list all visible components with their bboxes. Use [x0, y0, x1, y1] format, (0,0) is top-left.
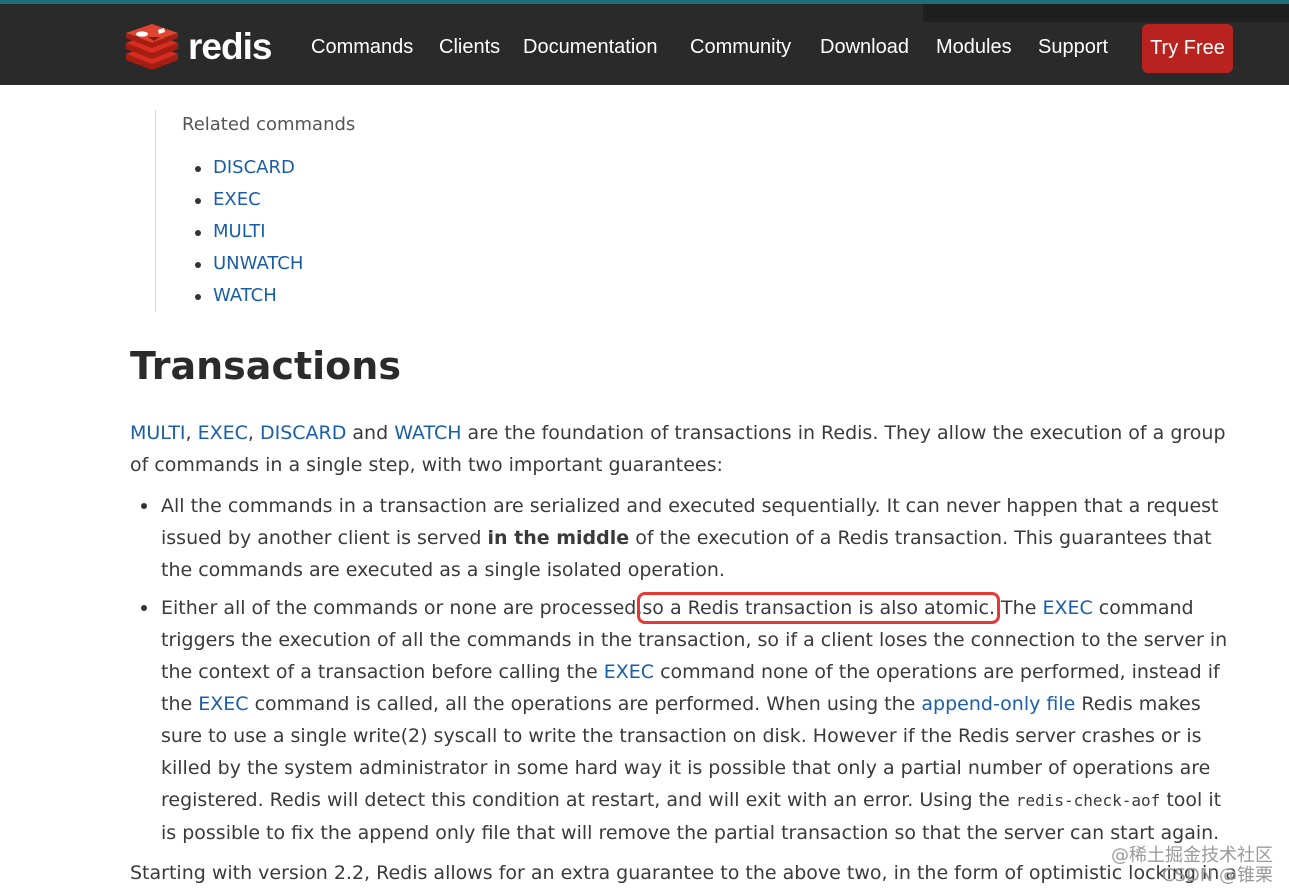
nav-modules[interactable]: Modules [936, 32, 1012, 62]
related-link-discard[interactable]: DISCARD [213, 157, 295, 178]
guarantee2-text: Either all of the commands or none are p… [161, 597, 643, 619]
related-link-multi[interactable]: MULTI [213, 221, 266, 242]
nav-download[interactable]: Download [820, 32, 909, 62]
nav-commands[interactable]: Commands [311, 32, 413, 62]
guarantee2-text: command is called, all the operations ar… [248, 693, 922, 715]
intro-separator: , [247, 422, 260, 444]
exec-link[interactable]: EXEC [198, 693, 248, 715]
related-item-unwatch: UNWATCH [182, 250, 303, 282]
related-commands-title: Related commands [182, 114, 356, 135]
exec-link[interactable]: EXEC [1042, 597, 1092, 619]
logo-wordmark: redis [188, 26, 272, 67]
guarantee-atomic: Either all of the commands or none are p… [130, 592, 1230, 849]
related-link-unwatch[interactable]: UNWATCH [213, 253, 303, 274]
append-only-file-link[interactable]: append-only file [921, 693, 1075, 715]
related-item-discard: DISCARD [182, 154, 303, 186]
intro-paragraph: MULTI, EXEC, DISCARD and WATCH are the f… [130, 417, 1230, 481]
guarantees-list: All the commands in a transaction are se… [130, 490, 1230, 849]
redis-check-aof-code: redis-check-aof [1015, 791, 1161, 810]
nav-support[interactable]: Support [1038, 32, 1108, 62]
redis-logo[interactable]: redis [124, 24, 272, 70]
intro-link-multi[interactable]: MULTI [130, 422, 185, 444]
watermark-csdn: CSDN @锥栗 [1161, 865, 1273, 886]
intro-link-watch[interactable]: WATCH [394, 422, 461, 444]
guarantee1-bold: in the middle [487, 527, 630, 549]
try-free-button[interactable]: Try Free [1142, 24, 1233, 73]
guarantee-serialized: All the commands in a transaction are se… [130, 490, 1230, 586]
intro-link-discard[interactable]: DISCARD [260, 422, 346, 444]
related-item-exec: EXEC [182, 186, 303, 218]
related-commands-panel: Related commands DISCARD EXEC MULTI UNWA… [155, 110, 456, 312]
nav-community[interactable]: Community [690, 32, 791, 62]
page-title: Transactions [130, 344, 401, 388]
guarantee2-text: The [995, 597, 1043, 619]
nav-documentation[interactable]: Documentation [523, 32, 658, 62]
related-item-multi: MULTI [182, 218, 303, 250]
related-item-watch: WATCH [182, 282, 303, 314]
watermark-juejin: @稀土掘金技术社区 [1111, 845, 1273, 866]
optimistic-locking-paragraph: Starting with version 2.2, Redis allows … [130, 862, 1237, 884]
top-navigation-bar: redis Commands Clients Documentation Com… [0, 0, 1289, 85]
browser-overlay-strip [923, 4, 1289, 22]
intro-separator: and [346, 422, 395, 444]
related-commands-list: DISCARD EXEC MULTI UNWATCH WATCH [182, 154, 303, 314]
atomic-highlight-box: so a Redis transaction is also atomic. [637, 592, 1001, 624]
redis-cube-icon [126, 24, 178, 70]
nav-clients[interactable]: Clients [439, 32, 500, 62]
intro-link-exec[interactable]: EXEC [198, 422, 248, 444]
intro-separator: , [185, 422, 198, 444]
exec-link[interactable]: EXEC [604, 661, 654, 683]
related-link-exec[interactable]: EXEC [213, 189, 261, 210]
related-link-watch[interactable]: WATCH [213, 285, 277, 306]
watermark: @稀土掘金技术社区 CSDN @锥栗 [1111, 846, 1273, 886]
